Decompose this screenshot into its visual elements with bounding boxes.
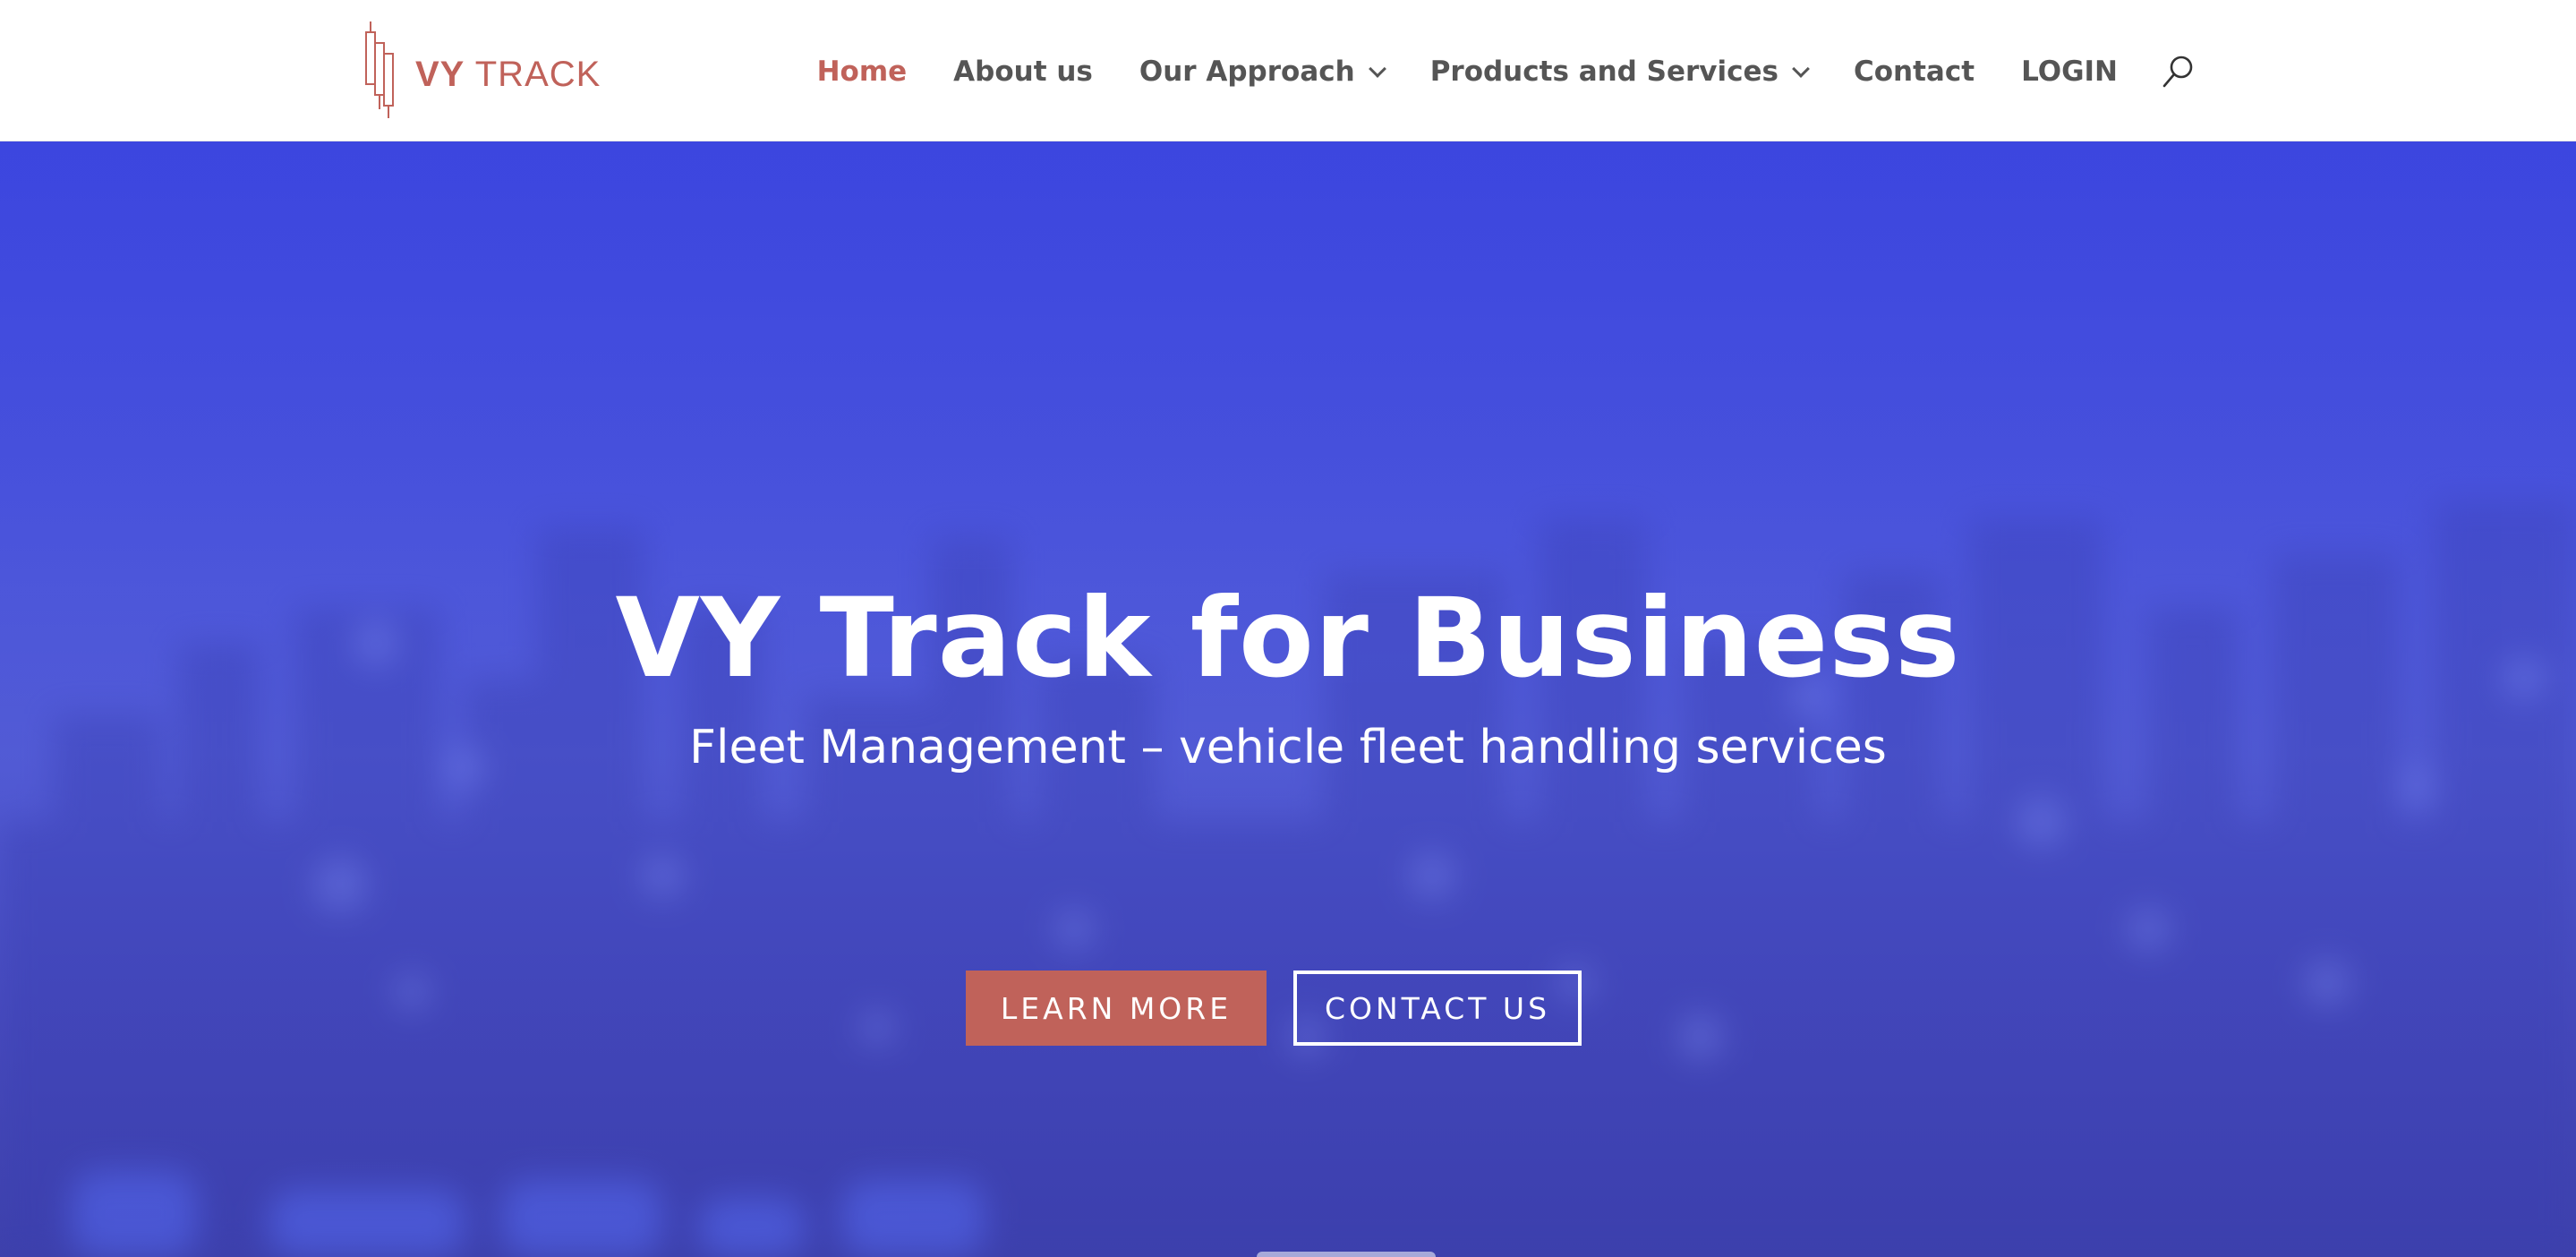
nav-item-label: Contact (1854, 56, 1975, 88)
nav-item-label: Home (816, 56, 908, 88)
nav-item-about-us[interactable]: About us (953, 56, 1093, 88)
hero-title: VY Track for Business (615, 575, 1961, 702)
hero-section: VY Track for Business Fleet Management –… (0, 141, 2576, 1257)
contact-us-button[interactable]: CONTACT US (1293, 971, 1582, 1046)
nav-item-products-and-services[interactable]: Products and Services (1429, 56, 1810, 88)
nav-item-our-approach[interactable]: Our Approach (1139, 56, 1386, 88)
logo-text-light: TRACK (474, 54, 601, 94)
main-nav: Home About us Our Approach Products and … (817, 47, 2196, 97)
logo-mark-icon (365, 21, 394, 118)
nav-item-label: Products and Services (1429, 56, 1778, 88)
search-icon[interactable] (2161, 54, 2196, 90)
chevron-down-icon (1792, 60, 1810, 78)
nav-item-label: LOGIN (2021, 56, 2118, 88)
logo-text-bold: VY (415, 54, 465, 94)
nav-item-label: About us (953, 56, 1093, 88)
nav-item-home[interactable]: Home (817, 56, 908, 88)
hero-buttons: LEARN MORE CONTACT US (0, 971, 2576, 1046)
hero-subtitle: Fleet Management – vehicle fleet handlin… (689, 721, 1887, 774)
site-logo[interactable]: VY TRACK (363, 20, 623, 120)
scroll-down-indicator[interactable] (1257, 1252, 1436, 1257)
hero-content: VY Track for Business Fleet Management –… (0, 571, 2576, 779)
logo-text: VY TRACK (415, 55, 601, 95)
nav-item-login[interactable]: LOGIN (2021, 56, 2118, 88)
site-header: VY TRACK Home About us Our Approach Prod… (0, 0, 2576, 141)
nav-item-contact[interactable]: Contact (1854, 56, 1975, 88)
learn-more-button[interactable]: LEARN MORE (966, 971, 1267, 1046)
chevron-down-icon (1368, 60, 1386, 78)
nav-item-label: Our Approach (1139, 56, 1355, 88)
